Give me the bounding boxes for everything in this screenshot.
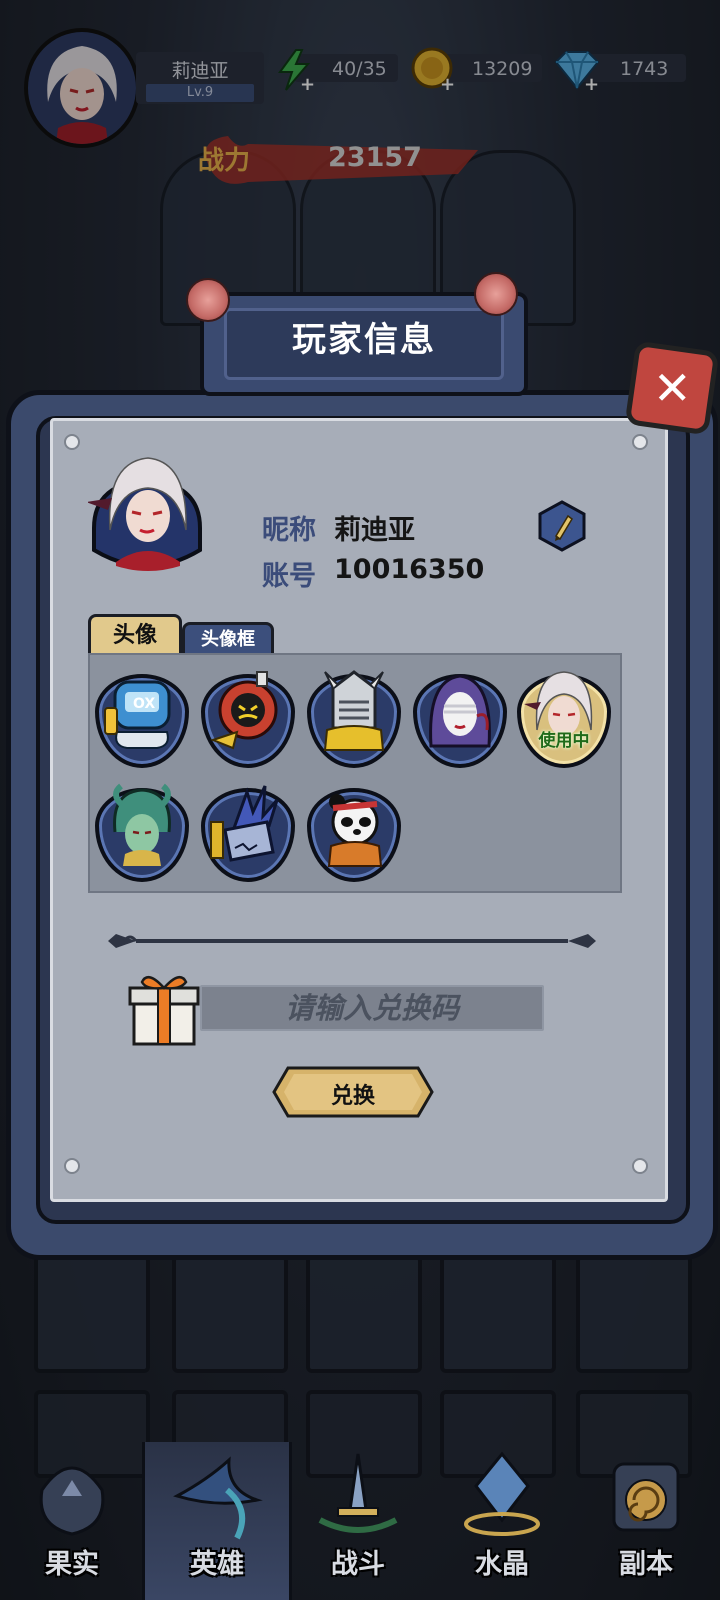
bottom-navigation: 果实 英雄 战斗 水晶 副本 bbox=[0, 1442, 720, 1600]
close-button[interactable]: ✕ bbox=[624, 340, 720, 436]
edit-pen-icon bbox=[538, 500, 586, 552]
close-icon: ✕ bbox=[652, 360, 692, 415]
panda-warrior-avatar-icon bbox=[327, 794, 383, 867]
nav-hero[interactable]: 英雄 bbox=[142, 1442, 292, 1600]
fruit-icon bbox=[39, 1466, 105, 1536]
avatar-option[interactable] bbox=[95, 783, 189, 882]
account-value: 10016350 bbox=[334, 554, 485, 585]
rivet-decoration bbox=[64, 1158, 80, 1174]
white-haired-lady-avatar-icon bbox=[86, 457, 202, 571]
avatar-option-selected[interactable]: 使用中 bbox=[517, 671, 611, 768]
gift-box-icon bbox=[128, 975, 200, 1046]
medusa-avatar-icon bbox=[113, 783, 171, 866]
in-use-badge: 使用中 bbox=[538, 731, 590, 751]
tab-avatar-frame[interactable]: 头像框 bbox=[182, 622, 274, 655]
nav-battle[interactable]: 战斗 bbox=[286, 1442, 430, 1600]
avatar-option[interactable] bbox=[307, 788, 401, 882]
ornament-divider bbox=[108, 934, 596, 948]
avatar-option[interactable] bbox=[413, 674, 507, 768]
battle-sword-icon bbox=[318, 1453, 398, 1533]
robot-diver-avatar-icon: OX bbox=[104, 680, 171, 749]
nav-crystal[interactable]: 水晶 bbox=[430, 1442, 574, 1600]
redeem-button-label: 兑换 bbox=[330, 1084, 375, 1109]
nav-hero-label: 英雄 bbox=[190, 1549, 244, 1580]
account-label: 账号 bbox=[262, 561, 316, 592]
nav-dungeon-label: 副本 bbox=[619, 1549, 673, 1580]
tab-avatar[interactable]: 头像 bbox=[88, 614, 182, 655]
nav-crystal-label: 水晶 bbox=[475, 1549, 529, 1580]
redeem-code-input[interactable] bbox=[200, 985, 544, 1031]
nav-fruit-label: 果实 bbox=[45, 1549, 99, 1580]
nav-battle-label: 战斗 bbox=[331, 1549, 385, 1580]
blue-dragon-avatar-icon bbox=[210, 785, 279, 862]
rose-decoration-icon bbox=[186, 278, 230, 322]
rivet-decoration bbox=[632, 434, 648, 450]
nickname-value: 莉迪亚 bbox=[334, 515, 415, 546]
profile-avatar bbox=[86, 450, 206, 580]
redeem-button[interactable]: 兑换 bbox=[270, 1064, 436, 1120]
edit-nickname-button[interactable] bbox=[538, 500, 586, 552]
nav-fruit[interactable]: 果实 bbox=[0, 1442, 144, 1600]
crystal-icon bbox=[464, 1451, 540, 1536]
nav-dungeon[interactable]: 副本 bbox=[574, 1442, 718, 1600]
hero-wizard-icon bbox=[173, 1456, 263, 1540]
nickname-label: 昵称 bbox=[262, 515, 316, 546]
submarine-bot-avatar-icon bbox=[210, 671, 278, 750]
modal-title: 玩家信息 bbox=[292, 320, 436, 360]
rivet-decoration bbox=[64, 434, 80, 450]
dungeon-portal-icon bbox=[612, 1462, 680, 1532]
avatar-option[interactable] bbox=[201, 671, 295, 768]
rivet-decoration bbox=[632, 1158, 648, 1174]
avatar-option[interactable] bbox=[201, 785, 295, 882]
rose-decoration-icon bbox=[474, 272, 518, 316]
avatar-option[interactable] bbox=[307, 670, 401, 768]
hooded-nun-avatar-icon bbox=[429, 674, 491, 748]
armored-knight-avatar-icon bbox=[323, 670, 385, 751]
avatar-option[interactable]: OX bbox=[95, 674, 189, 768]
svg-text:OX: OX bbox=[133, 696, 155, 712]
